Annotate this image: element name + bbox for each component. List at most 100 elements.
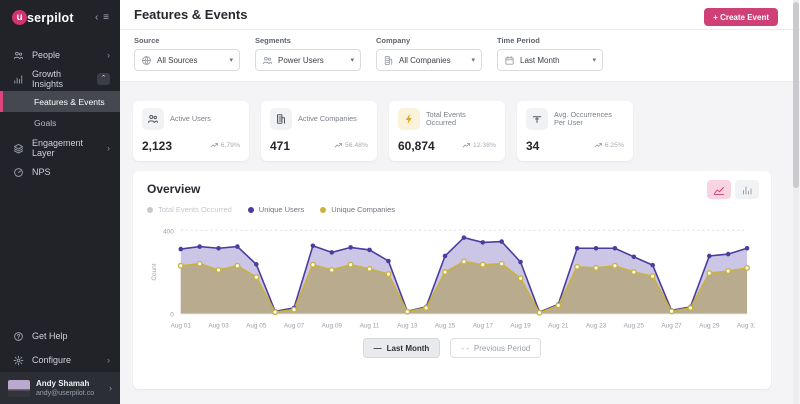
nps-gauge-icon (13, 167, 24, 178)
svg-text:0: 0 (170, 312, 174, 319)
content-area: Active Users 2,123 6.79% Active Companie… (120, 89, 800, 404)
legend-label: Unique Companies (331, 205, 395, 214)
filter-label: Company (376, 36, 482, 45)
filter-label: Source (134, 36, 240, 45)
svg-text:Aug 21: Aug 21 (548, 323, 569, 330)
create-event-button[interactable]: + Create Event (704, 8, 778, 26)
chevron-right-icon: › (107, 355, 110, 365)
growth-insights-icon (13, 74, 24, 85)
userpilot-logo-icon: u (12, 10, 27, 25)
sidebar-collapse-icon[interactable]: ‹ ≡ (95, 12, 110, 23)
svg-text:Aug 07: Aug 07 (284, 323, 305, 330)
caret-down-icon: ▾ (350, 56, 354, 64)
scrollbar-thumb[interactable] (793, 2, 799, 188)
sidebar-item-nps[interactable]: NPS (0, 160, 120, 184)
overview-card: Overview Total Events Occurred Unique Us… (133, 171, 771, 389)
legend-dot-icon (147, 207, 153, 213)
stat-value: 60,874 (398, 139, 435, 153)
svg-text:Aug 05: Aug 05 (246, 323, 267, 330)
dropdown-value: All Companies (399, 56, 451, 65)
sidebar-item-label: Get Help (32, 331, 68, 341)
svg-text:Aug 11: Aug 11 (360, 323, 380, 330)
sidebar-item-engagement-layer[interactable]: Engagement Layer › (0, 136, 120, 160)
bar-chart-toggle-button[interactable] (735, 180, 759, 199)
chevron-right-icon: › (107, 50, 110, 60)
sidebar-subitem-label: Features & Events (34, 97, 105, 107)
previous-period-button[interactable]: - - Previous Period (450, 338, 541, 358)
user-name: Andy Shamah (36, 379, 94, 389)
period-buttons: — Last Month - - Previous Period (147, 338, 757, 358)
legend-unique-companies[interactable]: Unique Companies (320, 205, 395, 214)
legend-label: Unique Users (259, 205, 304, 214)
filter-bar: Source All Sources ▾ Segments Power User… (120, 30, 800, 82)
line-chart-icon (713, 184, 725, 196)
sidebar-item-features-events[interactable]: Features & Events (0, 91, 120, 112)
sidebar-item-growth-insights[interactable]: Growth Insights ⌃ (0, 67, 120, 91)
svg-text:Aug 19: Aug 19 (510, 323, 531, 330)
sidebar-item-configure[interactable]: Configure › (0, 348, 120, 372)
sidebar-item-label: Configure (32, 355, 71, 365)
user-profile[interactable]: Andy Shamah andy@userpilot.co › (0, 372, 120, 404)
line-chart-toggle-button[interactable] (707, 180, 731, 199)
sidebar-item-people[interactable]: People › (0, 43, 120, 67)
dropdown-value: All Sources (157, 56, 197, 65)
user-email: andy@userpilot.co (36, 390, 94, 397)
filter-time-period: Time Period Last Month ▾ (497, 36, 603, 71)
sidebar-item-get-help[interactable]: Get Help (0, 324, 120, 348)
sidebar-item-goals[interactable]: Goals (0, 112, 120, 133)
bar-chart-icon (741, 184, 753, 196)
stat-label: Avg. Occurrences Per User (554, 111, 624, 128)
sidebar-item-label: Growth Insights (32, 69, 89, 89)
stat-change: 6.79% (221, 142, 240, 149)
stat-value: 34 (526, 139, 539, 153)
chevron-right-icon: › (109, 383, 112, 393)
chart-legend: Total Events Occurred Unique Users Uniqu… (147, 205, 757, 214)
dashed-line-icon: - - (461, 344, 469, 353)
source-dropdown[interactable]: All Sources ▾ (134, 49, 240, 71)
dropdown-value: Last Month (520, 56, 560, 65)
stat-change: 12.38% (473, 142, 496, 149)
gear-icon (13, 355, 24, 366)
period-button-label: Previous Period (474, 344, 530, 353)
svg-text:Aug 09: Aug 09 (322, 323, 343, 330)
stat-label: Active Companies (298, 115, 357, 123)
filter-source: Source All Sources ▾ (134, 36, 240, 71)
chart-area: 4000CountAug 01Aug 03Aug 05Aug 07Aug 09A… (147, 218, 757, 336)
sidebar: u serpilot ‹ ≡ People › Growth Insights … (0, 0, 120, 404)
segments-dropdown[interactable]: Power Users ▾ (255, 49, 361, 71)
calendar-icon (504, 55, 515, 66)
scrollbar-track[interactable] (793, 0, 799, 404)
svg-text:Aug 23: Aug 23 (586, 323, 607, 330)
stat-value: 2,123 (142, 139, 172, 153)
legend-unique-users[interactable]: Unique Users (248, 205, 304, 214)
svg-text:Aug 03: Aug 03 (208, 323, 229, 330)
stat-label: Total Events Occurred (426, 111, 496, 128)
period-button-label: Last Month (387, 344, 430, 353)
filter-label: Segments (255, 36, 361, 45)
lightning-icon (398, 108, 420, 130)
stat-card-avg-occurrences: Avg. Occurrences Per User 34 6.25% (517, 101, 633, 161)
chevron-up-icon[interactable]: ⌃ (97, 73, 110, 85)
filter-company: Company All Companies ▾ (376, 36, 482, 71)
topbar: Features & Events (120, 0, 800, 30)
svg-text:Aug 01: Aug 01 (171, 323, 192, 330)
svg-text:Aug 15: Aug 15 (435, 323, 456, 330)
legend-label: Total Events Occurred (158, 205, 232, 214)
logo-text: serpilot (27, 11, 74, 25)
caret-down-icon: ▾ (229, 56, 233, 64)
svg-text:Aug 25: Aug 25 (624, 323, 645, 330)
time-period-dropdown[interactable]: Last Month ▾ (497, 49, 603, 71)
svg-text:Count: Count (151, 263, 158, 280)
svg-text:Aug 31: Aug 31 (737, 323, 755, 330)
sidebar-item-label: People (32, 50, 60, 60)
last-month-button[interactable]: — Last Month (363, 338, 441, 358)
svg-text:Aug 13: Aug 13 (397, 323, 418, 330)
legend-total-events[interactable]: Total Events Occurred (147, 205, 232, 214)
trend-up-icon (594, 141, 603, 150)
trend-up-icon (334, 141, 343, 150)
stat-card-total-events: Total Events Occurred 60,874 12.38% (389, 101, 505, 161)
main-content: Features & Events + Create Event Source … (120, 0, 800, 404)
layers-icon (13, 143, 24, 154)
company-dropdown[interactable]: All Companies ▾ (376, 49, 482, 71)
filter-label: Time Period (497, 36, 603, 45)
